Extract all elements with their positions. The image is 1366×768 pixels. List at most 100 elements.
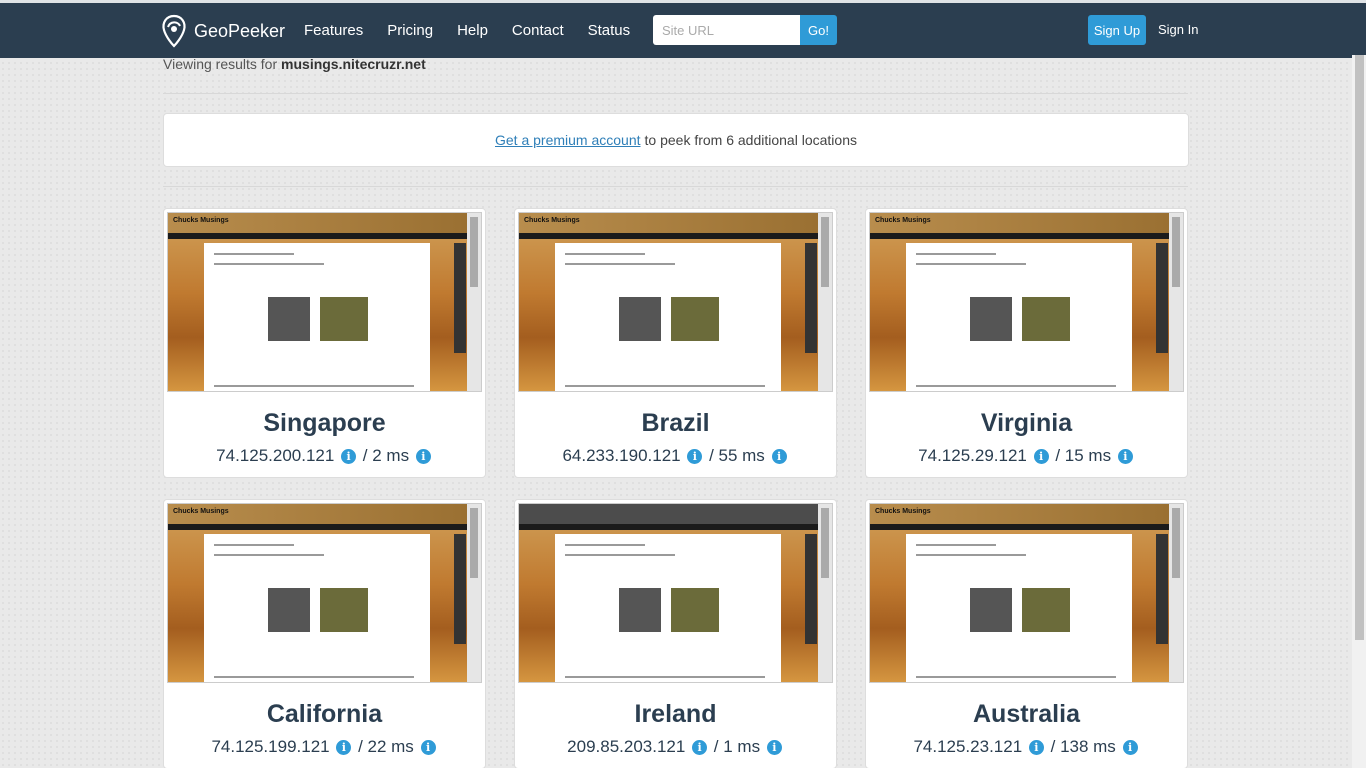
brand-name: GeoPeeker	[194, 20, 286, 41]
nav-features[interactable]: Features	[292, 22, 375, 39]
screenshot-text-line	[916, 544, 996, 546]
screenshot-menubar	[519, 524, 819, 530]
screenshot-scrollbar	[1169, 504, 1183, 682]
info-icon[interactable]: i	[1122, 740, 1138, 755]
screenshot-image	[268, 297, 310, 341]
screenshot-header: Chucks Musings	[168, 213, 468, 233]
nav-links: Features Pricing Help Contact Status	[292, 3, 642, 58]
sign-up-button[interactable]: Sign Up	[1088, 15, 1146, 45]
screenshot-content	[555, 534, 781, 682]
location-name: Singapore	[263, 409, 386, 437]
premium-account-link[interactable]: Get a premium account	[495, 132, 641, 148]
promo-text: to peek from 6 additional locations	[644, 132, 857, 148]
location-stats: 74.125.199.121 i / 22 ms i	[164, 737, 485, 757]
screenshot-image	[970, 297, 1012, 341]
site-url-input[interactable]	[653, 15, 800, 45]
nav-contact[interactable]: Contact	[500, 22, 576, 39]
viewing-site: musings.nitecruzr.net	[281, 56, 426, 72]
screenshot-text-line	[214, 253, 294, 255]
location-name: Brazil	[641, 409, 710, 437]
screenshot-toolbar	[1156, 534, 1168, 644]
ip-address: 74.125.200.121	[216, 446, 335, 465]
screenshot-content	[204, 534, 430, 682]
go-button[interactable]: Go!	[800, 15, 837, 45]
screenshot-text-line	[916, 263, 1026, 265]
site-screenshot[interactable]: Chucks Musings	[518, 503, 833, 683]
screenshot-toolbar	[805, 534, 817, 644]
sign-in-link[interactable]: Sign In	[1158, 22, 1198, 37]
screenshot-text-line	[565, 385, 765, 387]
info-icon[interactable]: i	[336, 740, 352, 755]
info-icon[interactable]: i	[771, 449, 787, 464]
response-time: 15 ms	[1064, 446, 1112, 465]
screenshot-toolbar	[1156, 243, 1168, 353]
screenshot-text-line	[916, 676, 1116, 678]
screenshot-text-line	[916, 385, 1116, 387]
screenshot-menubar	[870, 524, 1170, 530]
screenshot-text-line	[214, 544, 294, 546]
screenshot-toolbar	[805, 243, 817, 353]
info-icon[interactable]: i	[687, 449, 703, 464]
nav-status[interactable]: Status	[576, 22, 643, 39]
nav-pricing[interactable]: Pricing	[375, 22, 445, 39]
response-time: 22 ms	[367, 737, 414, 756]
info-icon[interactable]: i	[341, 449, 357, 464]
ip-address: 74.125.23.121	[913, 737, 1023, 756]
site-screenshot[interactable]: Chucks Musings	[167, 212, 482, 392]
location-stats: 209.85.203.121 i / 1 ms i	[515, 737, 836, 757]
screenshot-image	[1022, 588, 1070, 632]
response-time: 55 ms	[718, 446, 765, 465]
screenshot-scrollbar	[467, 213, 481, 391]
info-icon[interactable]: i	[1117, 449, 1133, 464]
screenshot-menubar	[168, 233, 468, 239]
site-screenshot[interactable]: Chucks Musings	[518, 212, 833, 392]
site-screenshot[interactable]: Chucks Musings	[869, 503, 1184, 683]
premium-promo-panel: Get a premium account to peek from 6 add…	[163, 113, 1189, 167]
screenshot-header: Chucks Musings	[870, 504, 1170, 524]
result-card: Chucks Musings Australia 74.125.23.121 i /…	[865, 499, 1188, 768]
divider	[163, 93, 1188, 94]
location-name: Virginia	[980, 409, 1073, 437]
screenshot-menubar	[870, 233, 1170, 239]
screenshot-text-line	[214, 263, 324, 265]
location-name: Australia	[973, 700, 1080, 728]
info-icon[interactable]: i	[1028, 740, 1044, 755]
screenshot-toolbar	[454, 534, 466, 644]
screenshot-text-line	[214, 385, 414, 387]
location-stats: 74.125.29.121 i / 15 ms i	[866, 446, 1187, 466]
scrollbar-thumb[interactable]	[1355, 55, 1364, 640]
navbar: GeoPeeker Features Pricing Help Contact …	[0, 0, 1366, 58]
screenshot-text-line	[565, 263, 675, 265]
screenshot-text-line	[565, 676, 765, 678]
ip-address: 209.85.203.121	[567, 737, 686, 756]
info-icon[interactable]: i	[415, 449, 431, 464]
response-time: 1 ms	[723, 737, 761, 756]
page-scrollbar[interactable]	[1352, 55, 1366, 768]
screenshot-image	[619, 588, 661, 632]
site-screenshot[interactable]: Chucks Musings	[167, 503, 482, 683]
screenshot-text-line	[214, 676, 414, 678]
screenshot-image	[671, 297, 719, 341]
location-name: Ireland	[634, 700, 717, 728]
info-icon[interactable]: i	[1033, 449, 1049, 464]
screenshot-image	[970, 588, 1012, 632]
site-screenshot[interactable]: Chucks Musings	[869, 212, 1184, 392]
info-icon[interactable]: i	[692, 740, 708, 755]
brand-link[interactable]: GeoPeeker	[160, 13, 285, 49]
location-stats: 74.125.200.121 i / 2 ms i	[164, 446, 485, 466]
screenshot-scrollbar	[467, 504, 481, 682]
screenshot-image	[671, 588, 719, 632]
info-icon[interactable]: i	[420, 740, 436, 755]
nav-help[interactable]: Help	[445, 22, 500, 39]
screenshot-site-title: Chucks Musings	[173, 217, 229, 224]
screenshot-content	[555, 243, 781, 391]
divider	[163, 186, 1188, 187]
result-card: Chucks Musings Virginia 74.125.29.121 i / …	[865, 208, 1188, 478]
screenshot-text-line	[565, 253, 645, 255]
screenshot-site-title: Chucks Musings	[875, 508, 931, 515]
screenshot-image	[1022, 297, 1070, 341]
result-card: Chucks Musings Singapore 74.125.200.121 i …	[163, 208, 486, 478]
info-icon[interactable]: i	[766, 740, 782, 755]
screenshot-header: Chucks Musings	[168, 504, 468, 524]
ip-address: 74.125.199.121	[211, 737, 330, 756]
